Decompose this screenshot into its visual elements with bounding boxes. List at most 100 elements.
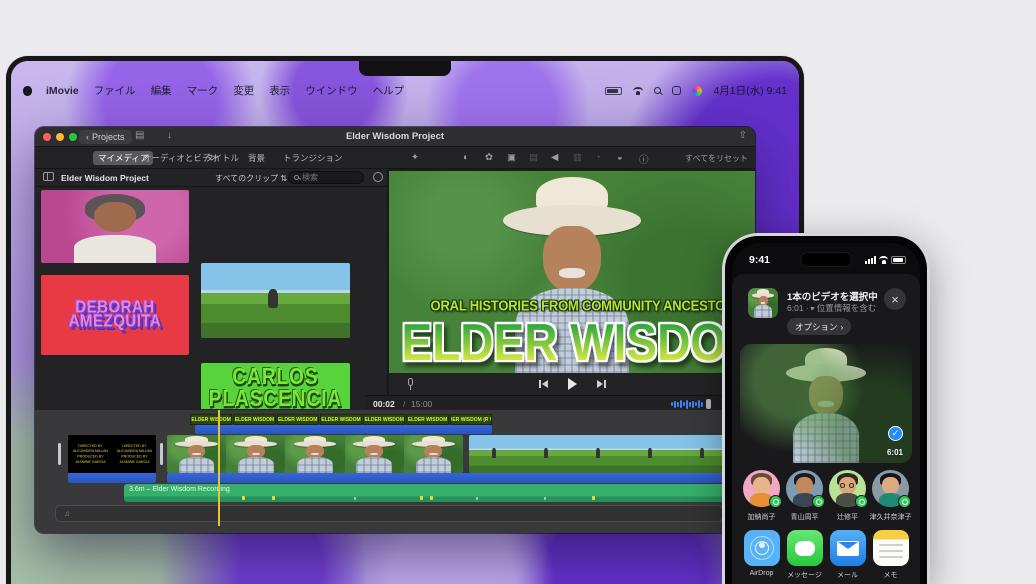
- selection-title: 1本のビデオを選択中: [787, 289, 878, 303]
- menu-help[interactable]: ヘルプ: [373, 83, 405, 98]
- clip-portrait-pink[interactable]: [41, 190, 189, 263]
- tab-transitions[interactable]: トランジション: [278, 151, 348, 165]
- clip-filter-icon[interactable]: ◒: [617, 152, 623, 163]
- menu-view[interactable]: 表示: [269, 83, 290, 98]
- skimmer-knob[interactable]: [706, 399, 711, 409]
- enhance-wand-icon[interactable]: ✦: [411, 152, 419, 163]
- phone-wifi-icon: [879, 256, 888, 263]
- crop-icon[interactable]: ▣: [507, 152, 516, 163]
- credits-clip[interactable]: DIRECTED BYALEJANDRA MILLANPRODUCED BYJA…: [68, 435, 156, 473]
- speed-icon[interactable]: ◔: [595, 152, 601, 163]
- notes-icon: [873, 530, 909, 566]
- camera-notch: [359, 61, 451, 76]
- media-browser: DEBORAH AMÉZQUITA UNITED STATES CARLOS P…: [35, 187, 388, 409]
- clip-trim-handle[interactable]: [58, 443, 61, 465]
- airdrop-contact[interactable]: 津久井奈津子: [869, 470, 912, 522]
- next-frame-button[interactable]: [597, 380, 606, 388]
- stabilization-icon[interactable]: ▤: [529, 152, 538, 163]
- sidebar-toggle-icon[interactable]: [43, 172, 54, 181]
- airdrop-contact[interactable]: 辻修平: [826, 470, 869, 522]
- title-clip[interactable]: ELDER WISDOM: [320, 414, 362, 425]
- video-preview[interactable]: ✓ 6:01: [740, 344, 912, 463]
- clip-trim-handle[interactable]: [160, 443, 163, 465]
- timecode-current: 00:02: [373, 399, 395, 409]
- volume-icon[interactable]: ◀: [551, 152, 558, 163]
- options-button[interactable]: オプション›: [787, 318, 851, 335]
- messages-icon: [787, 530, 823, 566]
- menu-edit[interactable]: 編集: [151, 83, 172, 98]
- connected-bar[interactable]: [68, 473, 156, 483]
- airdrop-contact[interactable]: 青山周平: [783, 470, 826, 522]
- apple-menu-icon[interactable]: [23, 86, 32, 96]
- menu-mark[interactable]: マーク: [187, 83, 219, 98]
- reset-all-button[interactable]: すべてをリセット: [685, 153, 748, 164]
- menu-app-name[interactable]: iMovie: [46, 85, 79, 97]
- selected-video-thumbnail: [748, 288, 778, 318]
- title-clip[interactable]: ELDER WISDOM: [406, 414, 448, 425]
- mail-app-button[interactable]: メール: [826, 530, 869, 580]
- title-clip[interactable]: ELDER WISDOM (R WIS: [450, 414, 492, 425]
- selected-check-icon: ✓: [888, 426, 903, 441]
- airdrop-badge-icon: [769, 495, 782, 508]
- chevron-right-icon: ›: [841, 322, 844, 332]
- transport-controls: [389, 373, 755, 395]
- title-clip[interactable]: ELDER WISDOM: [277, 414, 319, 425]
- previous-frame-button[interactable]: [539, 380, 548, 388]
- menu-file[interactable]: ファイル: [94, 83, 136, 98]
- timeline: ELDER WISDOM ELDER WISDOM ELDER WISDOM E…: [35, 409, 755, 533]
- tab-titles[interactable]: タイトル: [200, 151, 244, 165]
- airdrop-badge-icon: [812, 495, 825, 508]
- messages-app-button[interactable]: メッセージ: [783, 530, 826, 580]
- timecode-total: 15:00: [411, 399, 432, 409]
- menu-bar: iMovie ファイル 編集 マーク 変更 表示 ウインドウ ヘルプ 4月1日(…: [11, 78, 799, 103]
- phone-status-icons: [865, 256, 906, 264]
- share-sheet: 1本のビデオを選択中 6:01 · 位置情報を含む × オプション› ✓ 6:0…: [732, 274, 920, 584]
- airdrop-app-button[interactable]: AirDrop: [740, 530, 783, 580]
- voiceover-mic-icon[interactable]: [405, 378, 417, 391]
- control-center-icon[interactable]: [672, 86, 681, 95]
- color-balance-icon[interactable]: ◐: [463, 152, 469, 163]
- field-filmstrip-clip[interactable]: [469, 435, 728, 473]
- mail-icon: [830, 530, 866, 566]
- airdrop-contact[interactable]: 加納尚子: [740, 470, 783, 522]
- spotlight-icon[interactable]: [654, 87, 661, 94]
- siri-icon[interactable]: [692, 86, 702, 96]
- airdrop-contacts-row: 加納尚子 青山周平 辻修平 津久井奈津子: [740, 470, 912, 522]
- battery-icon[interactable]: [605, 87, 622, 95]
- search-input[interactable]: [302, 173, 350, 182]
- audio-recording-clip[interactable]: 3.6m – Elder Wisdom Recording: [124, 484, 730, 502]
- window-titlebar[interactable]: ‹Projects ▤ ↓ Elder Wisdom Project ⇧: [35, 127, 755, 147]
- clip-title-deborah[interactable]: DEBORAH AMÉZQUITA: [41, 275, 189, 355]
- playhead[interactable]: [218, 410, 220, 526]
- title-clip[interactable]: ELDER WISDOM: [363, 414, 405, 425]
- background-music-track[interactable]: ♫: [55, 505, 723, 522]
- toolbar: マイメディア オーディオとビデオ タイトル 背景 トランジション ✦ ◐ ✿ ▣…: [35, 147, 755, 169]
- viewer-video[interactable]: ORAL HISTORIES FROM COMMUNITY ANCESTORS …: [389, 171, 755, 373]
- connected-bar[interactable]: [167, 473, 728, 483]
- menu-bar-clock[interactable]: 4月1日(水) 9:41: [713, 83, 787, 98]
- menu-window[interactable]: ウインドウ: [305, 83, 358, 98]
- title-clip[interactable]: ELDER WISDOM: [190, 414, 232, 425]
- clip-duration-icon[interactable]: [373, 172, 383, 182]
- color-correction-icon[interactable]: ✿: [485, 152, 493, 163]
- audio-skimmer-meter[interactable]: [671, 399, 711, 409]
- title-clip[interactable]: ELDER WISDOM: [233, 414, 275, 425]
- clip-filter-dropdown[interactable]: すべてのクリップ ⇅: [215, 173, 287, 184]
- noise-eq-icon[interactable]: ▥: [573, 152, 582, 163]
- interview-filmstrip-clip[interactable]: [167, 435, 463, 473]
- menu-modify[interactable]: 変更: [233, 83, 254, 98]
- clip-title-carlos[interactable]: CARLOS PLASCENCIA: [201, 363, 350, 409]
- search-field[interactable]: [288, 171, 364, 184]
- avatar: [872, 470, 909, 507]
- title-duration-bar[interactable]: [195, 425, 492, 434]
- wifi-icon[interactable]: [633, 87, 643, 95]
- info-icon[interactable]: ⓘ: [639, 152, 649, 166]
- dynamic-island: [800, 252, 852, 267]
- clip-farm-field[interactable]: [201, 263, 350, 338]
- share-icon[interactable]: ⇧: [739, 130, 747, 141]
- selection-subtitle: 6:01 · 位置情報を含む: [787, 302, 876, 314]
- tab-backgrounds[interactable]: 背景: [243, 151, 270, 165]
- notes-app-button[interactable]: メモ: [869, 530, 912, 580]
- play-button[interactable]: [568, 378, 577, 390]
- close-share-sheet-button[interactable]: ×: [884, 288, 906, 310]
